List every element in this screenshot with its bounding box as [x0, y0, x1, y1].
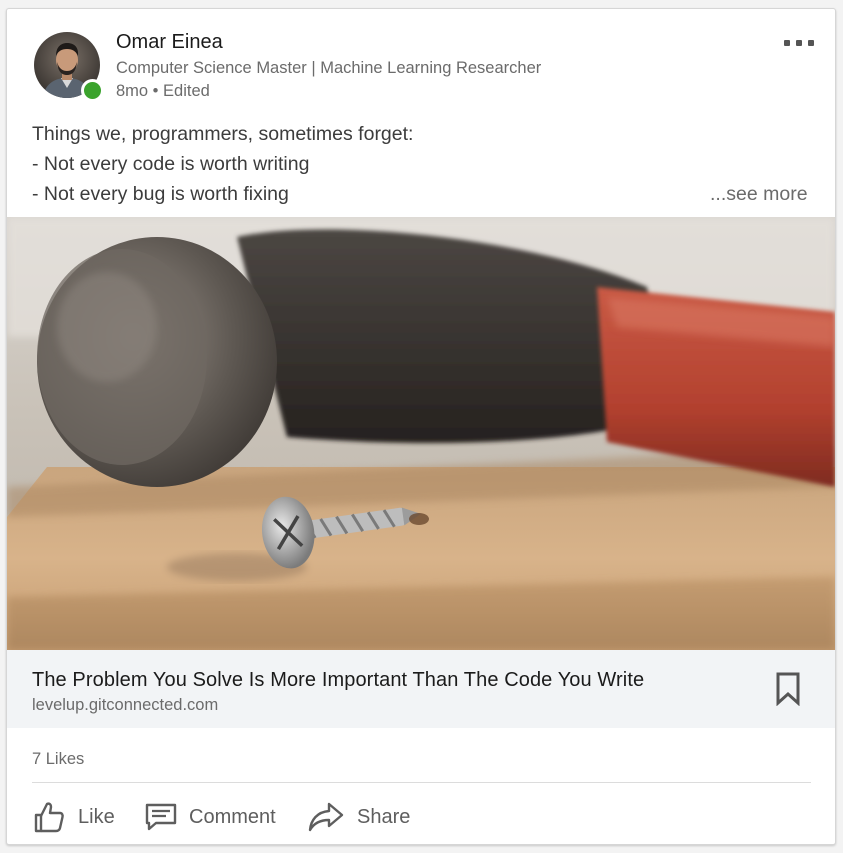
- post-line: - Not every code is worth writing: [32, 153, 310, 175]
- divider: [32, 782, 811, 783]
- like-label: Like: [78, 805, 115, 828]
- article-title[interactable]: The Problem You Solve Is More Important …: [32, 669, 644, 692]
- post-line: Things we, programmers, sometimes forget…: [32, 123, 414, 145]
- more-options-button[interactable]: [777, 31, 821, 55]
- like-button[interactable]: Like: [32, 797, 115, 837]
- author-avatar[interactable]: [34, 32, 104, 102]
- more-horizontal-icon: [808, 40, 814, 46]
- likes-count[interactable]: 7 Likes: [32, 750, 84, 769]
- comment-button[interactable]: Comment: [145, 797, 276, 837]
- bookmark-icon: [776, 672, 800, 707]
- more-horizontal-icon: [796, 40, 802, 46]
- share-arrow-icon: [307, 801, 345, 833]
- hammer-and-screw-photo: [7, 217, 835, 650]
- share-label: Share: [357, 805, 411, 828]
- online-status-dot: [81, 79, 104, 102]
- thumbs-up-icon: [32, 800, 66, 834]
- comment-label: Comment: [189, 805, 276, 828]
- author-name[interactable]: Omar Einea: [116, 31, 223, 54]
- article-image[interactable]: [7, 217, 835, 650]
- article-link-preview[interactable]: The Problem You Solve Is More Important …: [7, 650, 835, 728]
- article-domain: levelup.gitconnected.com: [32, 696, 219, 714]
- post-timestamp: 8mo • Edited: [116, 82, 210, 100]
- see-more-link[interactable]: ...see more: [710, 179, 808, 209]
- save-article-button[interactable]: [775, 672, 801, 711]
- post-card: Omar Einea Computer Science Master | Mac…: [6, 8, 836, 845]
- share-button[interactable]: Share: [307, 797, 410, 837]
- post-body: Things we, programmers, sometimes forget…: [32, 119, 413, 209]
- post-line: - Not every bug is worth fixing: [32, 183, 289, 205]
- comment-icon: [145, 801, 177, 833]
- more-horizontal-icon: [784, 40, 790, 46]
- author-headline: Computer Science Master | Machine Learni…: [116, 59, 542, 77]
